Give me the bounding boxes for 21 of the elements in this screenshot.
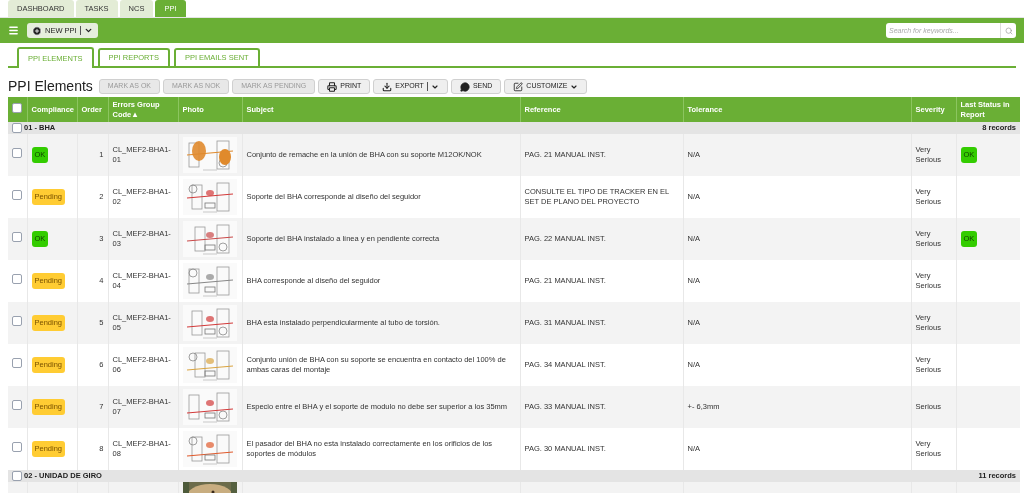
checkbox[interactable] — [12, 400, 23, 411]
edit-icon — [513, 81, 524, 92]
menu-icon[interactable] — [8, 25, 19, 36]
page-title: PPI Elements — [8, 77, 93, 96]
checkbox[interactable] — [12, 471, 22, 481]
speech-bubble-icon — [459, 81, 470, 92]
checkbox[interactable] — [12, 274, 23, 285]
checkbox[interactable] — [12, 123, 22, 133]
checkbox[interactable] — [12, 190, 23, 201]
checkbox[interactable] — [12, 232, 23, 243]
search-button[interactable] — [1000, 23, 1016, 38]
plus-circle-icon — [32, 25, 42, 36]
checkbox[interactable] — [12, 358, 23, 369]
printer-icon — [327, 81, 338, 92]
search-icon — [1004, 26, 1013, 35]
checkbox[interactable] — [12, 442, 23, 453]
checkbox[interactable] — [12, 316, 23, 327]
checkbox[interactable] — [12, 102, 23, 113]
caret-icon — [83, 26, 93, 35]
checkbox[interactable] — [12, 148, 23, 159]
download-icon — [382, 81, 393, 92]
